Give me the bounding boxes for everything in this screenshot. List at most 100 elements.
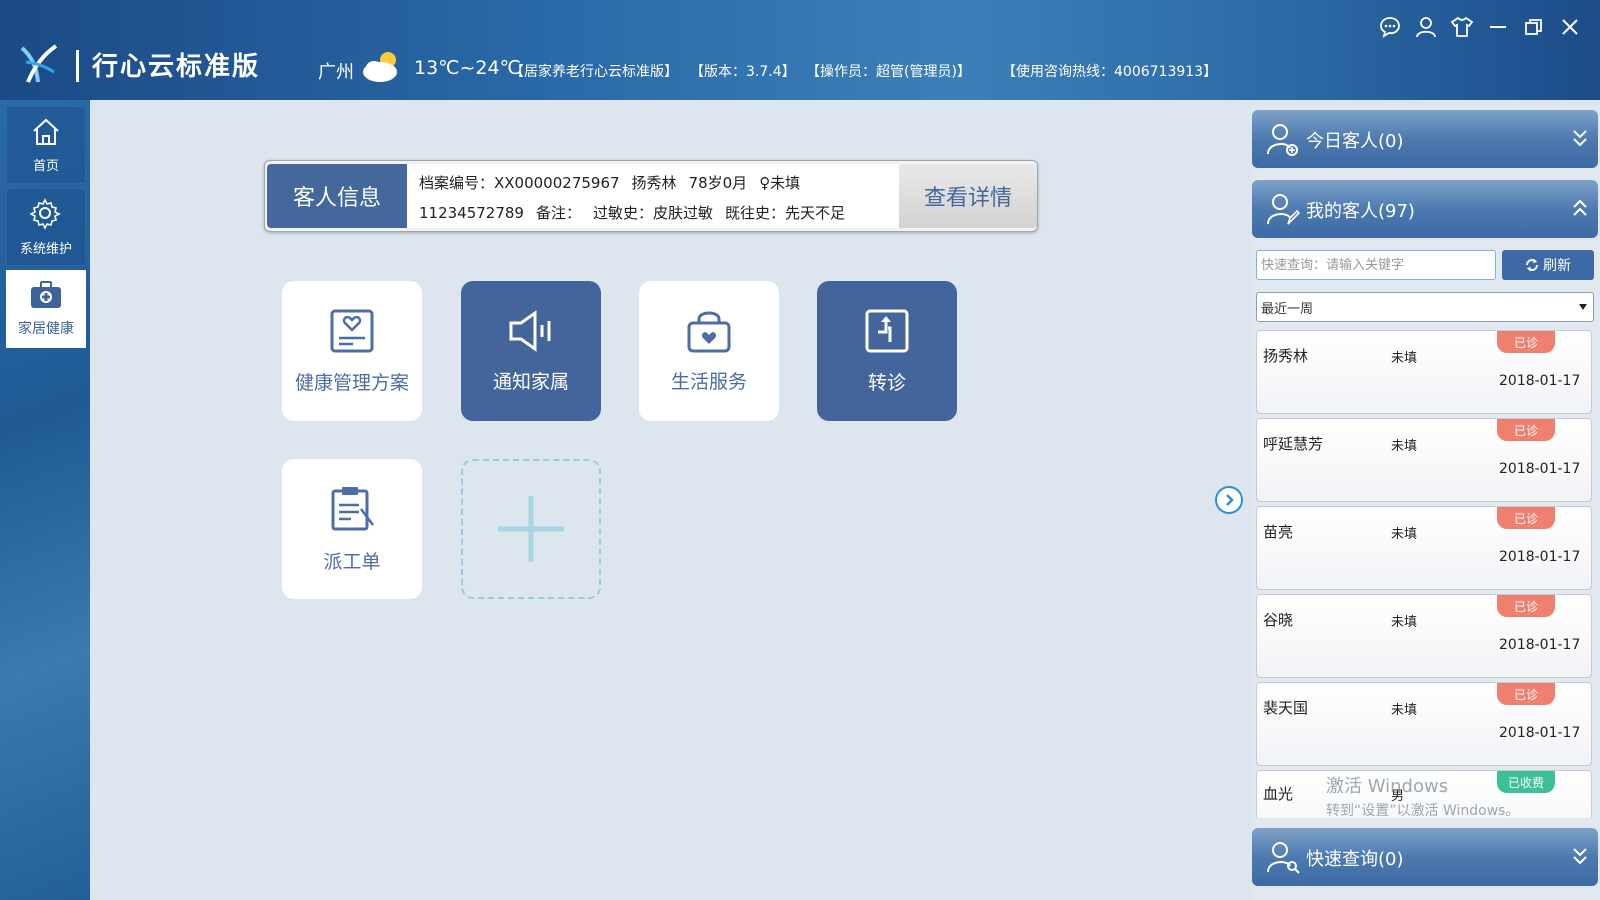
chevron-down-icon <box>1573 130 1587 147</box>
customer-gender: 未填 <box>1391 615 1418 630</box>
app-title: 行心云标准版 <box>92 52 261 82</box>
tile-label-health-plan: 健康管理方案 <box>294 371 409 394</box>
quick-query-header[interactable]: 快速查询(0) <box>1252 828 1598 886</box>
app-logo-icon <box>20 44 58 83</box>
add-tile-button[interactable] <box>461 459 601 599</box>
customer-date: 2018-01-17 <box>1499 549 1581 565</box>
close-icon[interactable] <box>1558 14 1582 40</box>
operator-info: 【操作员：超管(管理员)】 <box>806 64 971 80</box>
gear-icon <box>30 197 61 230</box>
window-controls <box>1378 14 1582 40</box>
health-plan-icon <box>330 309 374 352</box>
skin-shirt-icon[interactable] <box>1450 14 1474 40</box>
user-icon[interactable] <box>1414 14 1438 40</box>
customer-gender: 男 <box>1391 789 1405 804</box>
customer-gender: 未填 <box>1391 527 1418 542</box>
hotline-info: 【使用咨询热线：4006713913】 <box>1002 64 1218 80</box>
guest-info-content: 档案编号：XX00000275967 扬秀林 78岁0月 ♀未填 1123457278… <box>407 164 899 228</box>
left-nav: 首页 系统维护 家居健康 <box>0 100 90 900</box>
user-edit-icon <box>1267 194 1300 225</box>
guest-remark: 备注： <box>535 204 581 222</box>
product-info: 【居家养老行心云标准版】 <box>510 64 678 80</box>
refresh-label: 刷新 <box>1543 257 1571 273</box>
partly-cloudy-icon <box>363 52 397 82</box>
nav-item-home[interactable]: 首页 <box>6 106 86 184</box>
customer-name: 呼延慧芳 <box>1263 435 1324 453</box>
logo-divider <box>76 50 79 82</box>
customer-name: 血光 <box>1263 785 1294 803</box>
status-badge: 已诊 <box>1497 419 1555 441</box>
speaker-icon <box>509 309 551 352</box>
quick-search-row: 刷新 <box>1256 250 1594 282</box>
view-details-button[interactable]: 查看详情 <box>899 164 1037 228</box>
title-bar: 行心云标准版 广州 13℃~24℃ 【居家养老行心云标准版】 【版本：3.7.4… <box>0 0 1600 100</box>
quick-query-title: 快速查询(0) <box>1306 849 1404 870</box>
refresh-button[interactable]: 刷新 <box>1502 250 1594 280</box>
tile-health-plan[interactable]: 健康管理方案 <box>282 281 422 421</box>
customer-gender: 未填 <box>1391 439 1418 454</box>
tile-label-work-order: 派工单 <box>323 550 381 573</box>
customer-name: 谷晓 <box>1263 611 1294 629</box>
guest-allergy: 过敏史：皮肤过敏 <box>593 204 714 222</box>
customer-panel: 今日客人(0) 我的客人(97) 刷新 最近一周 扬秀林 未填 已诊 2018-… <box>1252 106 1600 900</box>
clipboard-icon <box>331 486 374 530</box>
plus-icon <box>498 496 564 562</box>
user-add-icon <box>1267 124 1298 156</box>
panel-toggle-button[interactable] <box>1215 486 1243 514</box>
customer-card[interactable]: 呼延慧芳 未填 已诊 2018-01-17 <box>1256 418 1592 502</box>
restore-icon[interactable] <box>1522 14 1546 40</box>
date-range-value: 最近一周 <box>1261 301 1314 317</box>
tile-label-life-service: 生活服务 <box>670 370 747 393</box>
customer-card[interactable]: 裴天国 未填 已诊 2018-01-17 <box>1256 682 1592 766</box>
medical-kit-icon <box>31 281 61 308</box>
status-badge: 已诊 <box>1497 595 1555 617</box>
status-badge: 已收费 <box>1497 771 1555 793</box>
customer-date: 2018-01-17 <box>1499 461 1581 477</box>
customer-card[interactable]: 苗亮 未填 已诊 2018-01-17 <box>1256 506 1592 590</box>
customer-card[interactable]: 谷晓 未填 已诊 2018-01-17 <box>1256 594 1592 678</box>
guest-age: 78岁0月 <box>688 174 748 192</box>
status-badge: 已诊 <box>1497 507 1555 529</box>
customer-card[interactable]: 扬秀林 未填 已诊 2018-01-17 <box>1256 330 1592 414</box>
today-guests-title: 今日客人(0) <box>1306 131 1404 152</box>
chevron-up-icon <box>1573 199 1587 216</box>
chat-icon[interactable] <box>1378 14 1402 40</box>
tile-notify-family[interactable]: 通知家属 <box>461 281 601 421</box>
customer-date: 2018-01-17 <box>1499 373 1581 389</box>
guest-info-line1: 档案编号：XX00000275967 扬秀林 78岁0月 ♀未填 <box>419 172 812 193</box>
guest-gender: ♀未填 <box>759 174 801 192</box>
home-icon <box>33 118 59 145</box>
customer-card[interactable]: 血光 男 已收费 <box>1256 770 1592 818</box>
tile-life-service[interactable]: 生活服务 <box>639 281 779 421</box>
customer-list: 扬秀林 未填 已诊 2018-01-17 呼延慧芳 未填 已诊 2018-01-… <box>1256 328 1594 818</box>
nav-label-home-health: 家居健康 <box>18 321 74 337</box>
nav-label-system: 系统维护 <box>19 241 72 257</box>
customer-date: 2018-01-17 <box>1499 725 1581 741</box>
weather-temperature: 13℃~24℃ <box>414 57 521 79</box>
my-guests-title: 我的客人(97) <box>1306 201 1415 222</box>
quick-search-input[interactable] <box>1256 250 1496 280</box>
tile-transfer[interactable]: 转诊 <box>817 281 957 421</box>
caret-down-icon <box>1579 304 1587 310</box>
customer-date: 2018-01-17 <box>1499 637 1581 653</box>
guest-phone: 11234572789 <box>419 204 524 222</box>
guest-info-label: 客人信息 <box>267 164 407 228</box>
tile-work-order[interactable]: 派工单 <box>282 459 422 599</box>
minimize-icon[interactable] <box>1486 14 1510 40</box>
today-guests-header[interactable]: 今日客人(0) <box>1252 110 1598 168</box>
nav-label-home: 首页 <box>32 158 59 174</box>
weather-city: 广州 <box>318 62 354 83</box>
date-range-select[interactable]: 最近一周 <box>1256 292 1594 322</box>
chevron-down-icon <box>1573 848 1587 865</box>
guest-info-line2: 11234572789 备注： 过敏史：皮肤过敏 既往史：先天不足 <box>419 202 857 223</box>
my-guests-header[interactable]: 我的客人(97) <box>1252 180 1598 238</box>
chevron-right-icon <box>1226 494 1234 506</box>
customer-name: 扬秀林 <box>1263 347 1309 365</box>
guest-name: 扬秀林 <box>631 174 677 192</box>
nav-item-home-health[interactable]: 家居健康 <box>6 270 86 348</box>
customer-name: 裴天国 <box>1263 699 1309 717</box>
transfer-icon <box>865 309 909 352</box>
nav-item-system[interactable]: 系统维护 <box>6 188 86 266</box>
customer-gender: 未填 <box>1391 703 1418 718</box>
status-badge: 已诊 <box>1497 683 1555 705</box>
